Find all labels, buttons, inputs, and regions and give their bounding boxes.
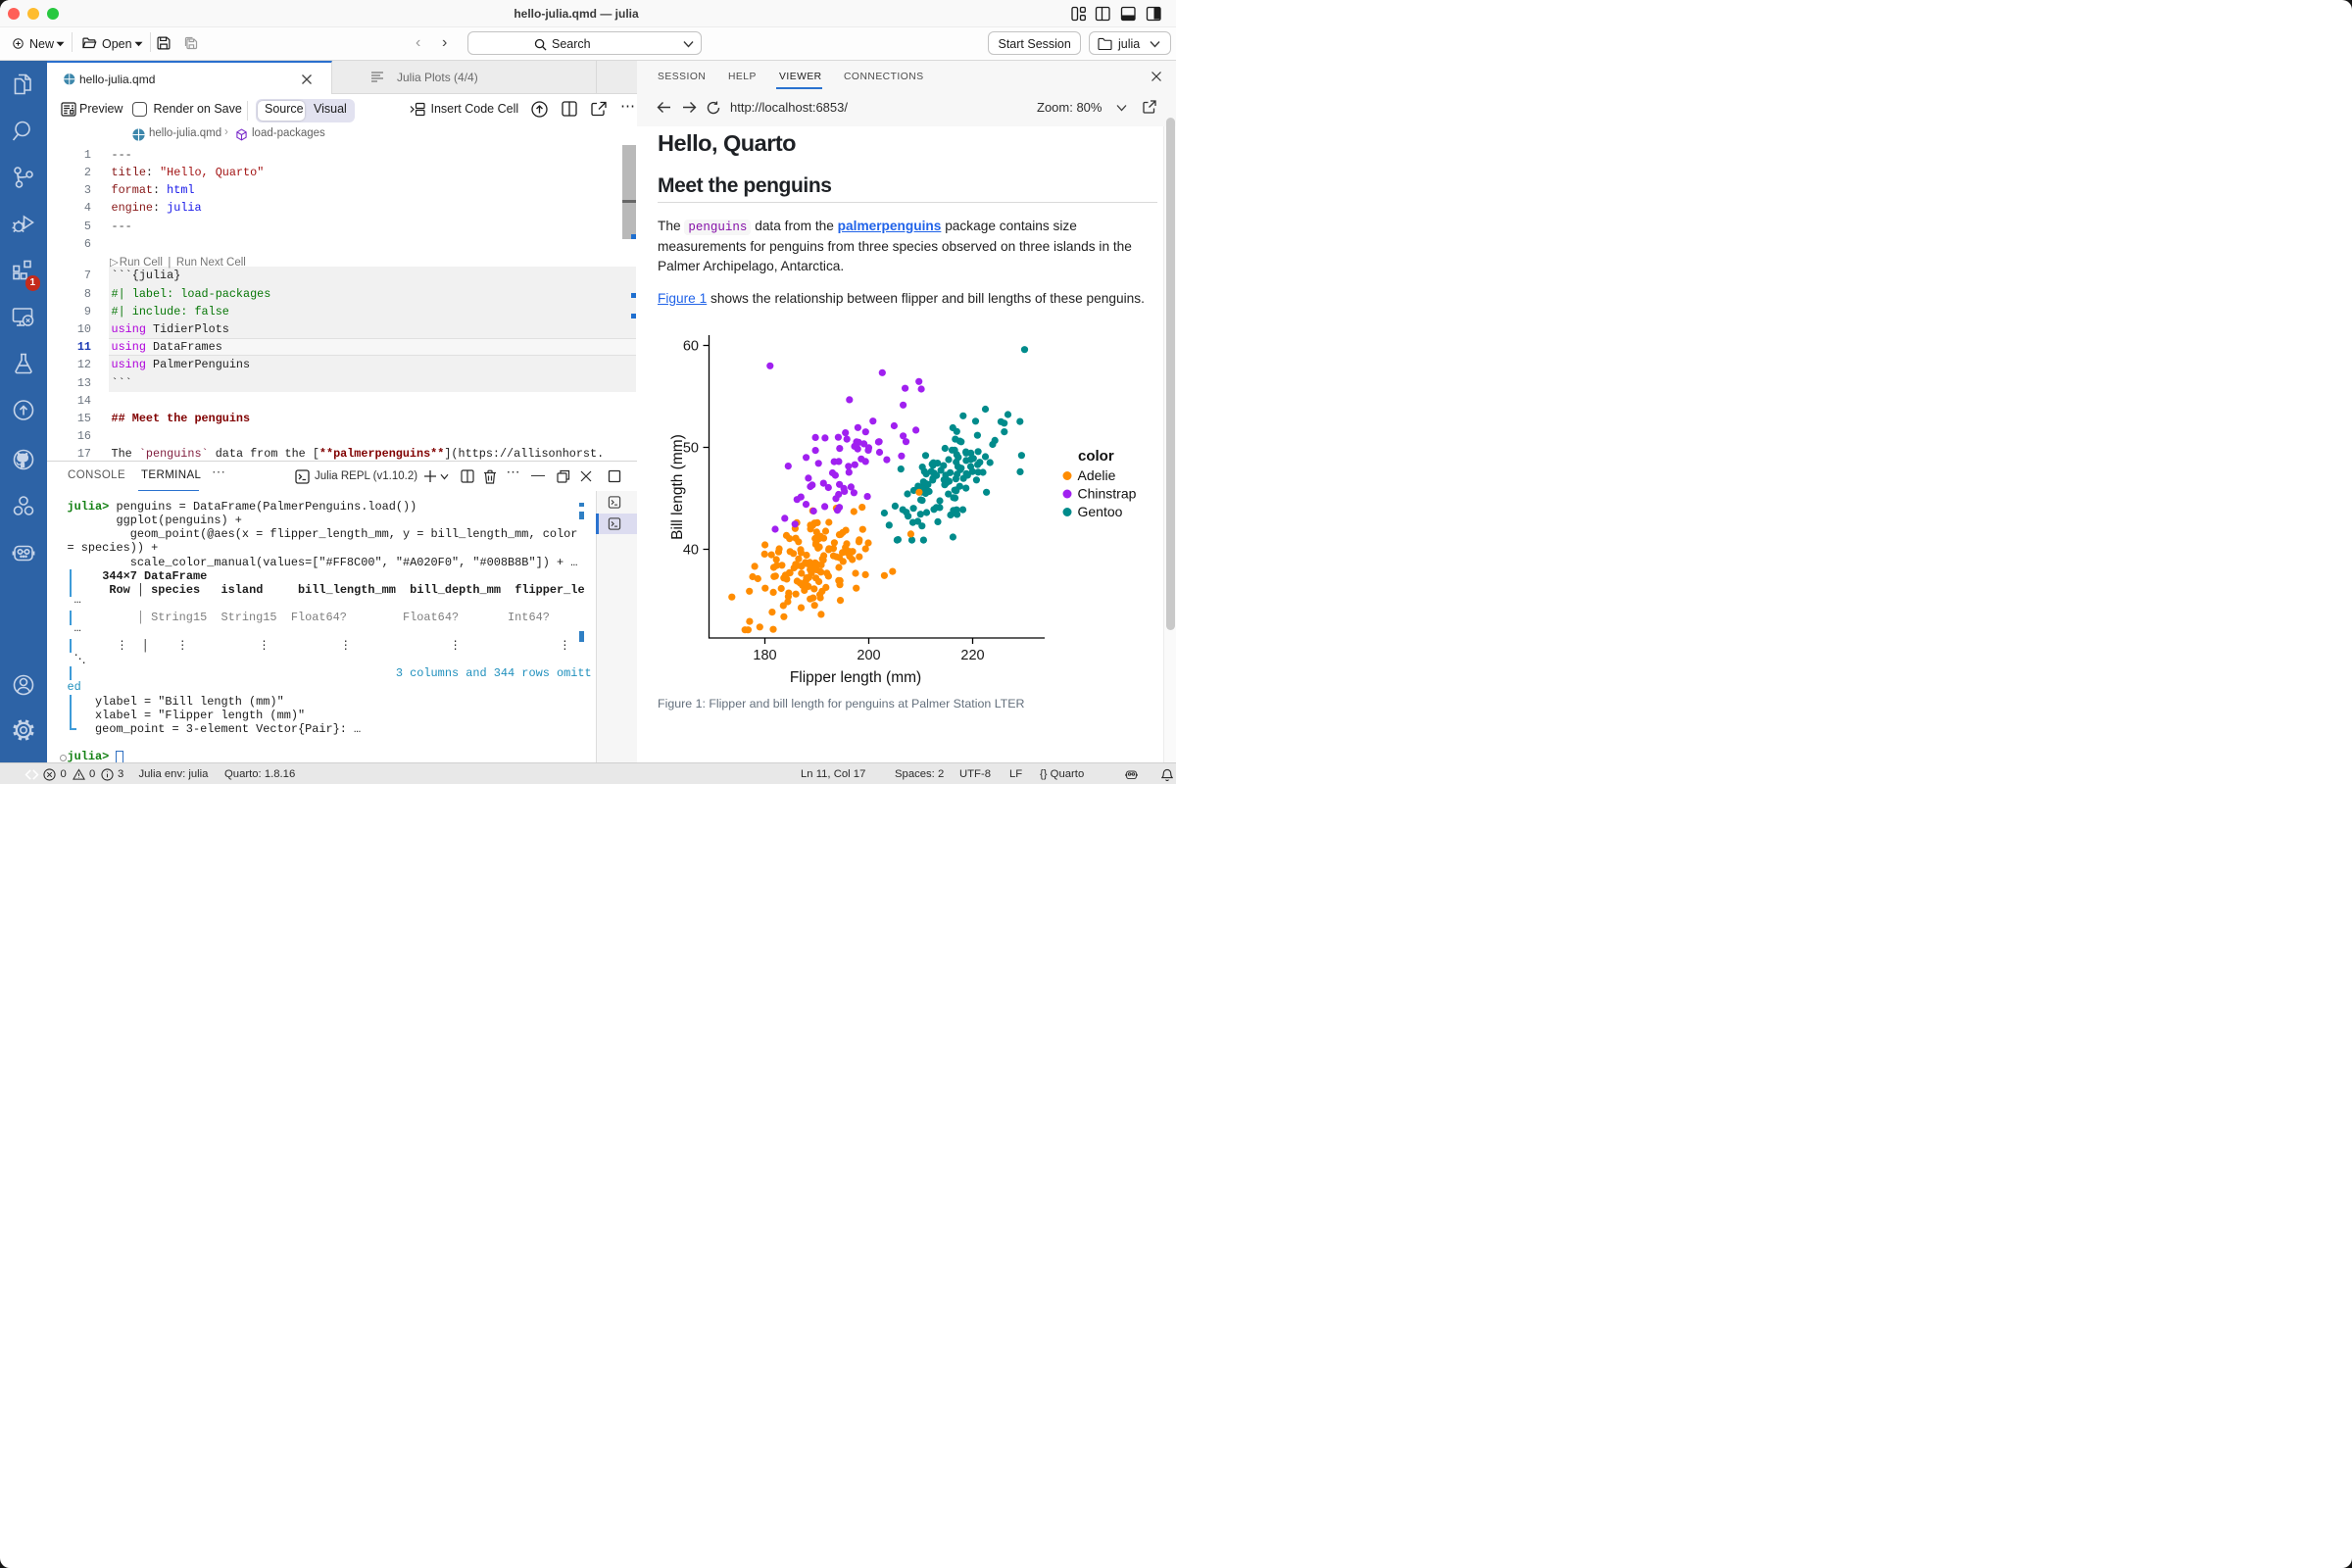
svg-text:Flipper length (mm): Flipper length (mm) [790, 669, 921, 686]
svg-text:Adelie: Adelie [1078, 467, 1116, 483]
svg-text:60: 60 [683, 339, 699, 355]
svg-text:color: color [1078, 448, 1114, 465]
svg-text:220: 220 [960, 648, 984, 663]
svg-text:Bill length (mm): Bill length (mm) [669, 434, 686, 540]
svg-text:Gentoo: Gentoo [1078, 504, 1123, 519]
svg-text:40: 40 [683, 543, 699, 559]
svg-text:Chinstrap: Chinstrap [1078, 486, 1137, 502]
svg-text:180: 180 [753, 648, 776, 663]
svg-text:200: 200 [857, 648, 880, 663]
